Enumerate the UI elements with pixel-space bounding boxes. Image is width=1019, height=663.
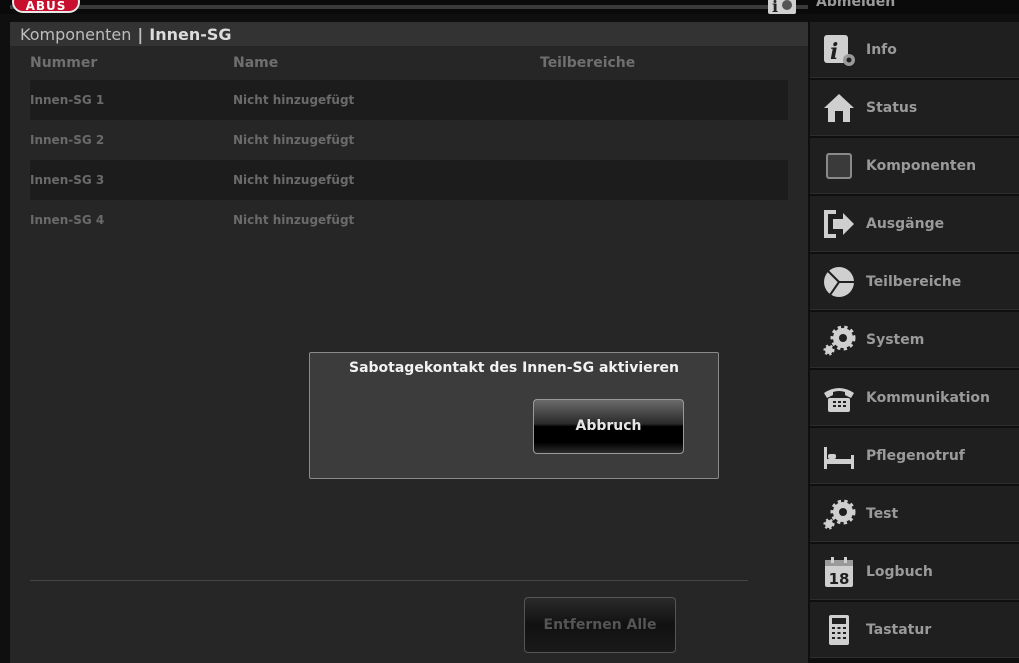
gears-icon — [823, 499, 856, 530]
sidebar-item-label: Teilbereiche — [866, 274, 962, 290]
house-icon — [824, 94, 854, 122]
row-number: Innen-SG 4 — [30, 213, 105, 227]
breadcrumb-separator: | — [137, 25, 144, 44]
svg-text:i: i — [830, 39, 838, 65]
row-name: Nicht hinzugefügt — [233, 173, 355, 187]
sidebar-item-ausgaenge[interactable]: Ausgänge — [810, 196, 1019, 252]
pie-icon — [824, 267, 854, 297]
sidebar-item-tastatur[interactable]: Tastatur — [810, 602, 1019, 658]
main-panel: Komponenten | Innen-SG Nummer Name Teilber… — [10, 22, 808, 663]
help-icon[interactable]: i — [768, 0, 796, 14]
row-name: Nicht hinzugefügt — [233, 93, 355, 107]
row-number: Innen-SG 3 — [30, 173, 105, 187]
sidebar-item-pflegenotruf[interactable]: Pflegenotruf — [810, 428, 1019, 484]
logout-link[interactable]: Abmelden — [816, 0, 895, 10]
breadcrumb: Komponenten | Innen-SG — [10, 22, 808, 46]
sidebar-nav: i Info Status Komponenten Ausgänge Teilb… — [810, 22, 1019, 660]
sidebar-item-system[interactable]: System — [810, 312, 1019, 368]
sidebar-item-label: Test — [866, 506, 899, 522]
table-row[interactable]: Innen-SG 2 Nicht hinzugefügt — [30, 120, 788, 160]
sidebar-item-label: Ausgänge — [866, 216, 945, 232]
sidebar-item-label: System — [866, 332, 925, 348]
square-icon — [826, 153, 852, 179]
telephone-icon — [824, 388, 854, 412]
row-name: Nicht hinzugefügt — [233, 133, 355, 147]
breadcrumb-current: Innen-SG — [149, 25, 232, 44]
sidebar-item-test[interactable]: Test — [810, 486, 1019, 542]
gears-icon — [823, 325, 856, 356]
remove-all-button[interactable]: Entfernen Alle — [524, 597, 676, 653]
row-name: Nicht hinzugefügt — [233, 213, 355, 227]
keypad-icon — [829, 615, 849, 645]
row-number: Innen-SG 2 — [30, 133, 105, 147]
sidebar-item-kommunikation[interactable]: Kommunikation — [810, 370, 1019, 426]
components-table: Nummer Name Teilbereiche Innen-SG 1 Nich… — [30, 46, 788, 240]
calendar-day: 18 — [829, 570, 850, 588]
info-icon: i — [824, 35, 855, 66]
table-header: Nummer Name Teilbereiche — [30, 46, 788, 80]
exit-arrow-icon — [824, 210, 854, 238]
tamper-dialog: Sabotagekontakt des Innen-SG aktivieren … — [309, 352, 719, 479]
sidebar-item-label: Logbuch — [866, 564, 933, 580]
sidebar-item-logbuch[interactable]: 18 Logbuch — [810, 544, 1019, 600]
sidebar-item-status[interactable]: Status — [810, 80, 1019, 136]
calendar-icon: 18 — [825, 557, 853, 588]
breadcrumb-parent[interactable]: Komponenten — [20, 25, 131, 44]
footer-divider — [30, 580, 748, 581]
cancel-button[interactable]: Abbruch — [533, 399, 684, 454]
sidebar-item-teilbereiche[interactable]: Teilbereiche — [810, 254, 1019, 310]
column-header-areas: Teilbereiche — [540, 55, 636, 71]
top-bar-strip — [10, 5, 808, 9]
sidebar-item-label: Info — [866, 42, 897, 58]
column-header-number: Nummer — [30, 55, 98, 71]
bed-icon — [824, 447, 854, 469]
sidebar-item-label: Status — [866, 100, 918, 116]
svg-text:i: i — [772, 0, 778, 14]
top-bar: ABUS i Abmelden — [0, 0, 1019, 14]
sidebar-item-label: Komponenten — [866, 158, 977, 174]
table-row[interactable]: Innen-SG 1 Nicht hinzugefügt — [30, 80, 788, 120]
sidebar-item-info[interactable]: i Info — [810, 22, 1019, 78]
abus-logo: ABUS — [12, 0, 80, 13]
dialog-title: Sabotagekontakt des Innen-SG aktivieren — [349, 360, 679, 376]
sidebar-item-label: Tastatur — [866, 622, 932, 638]
row-number: Innen-SG 1 — [30, 93, 105, 107]
sidebar-item-komponenten[interactable]: Komponenten — [810, 138, 1019, 194]
sidebar-item-label: Pflegenotruf — [866, 448, 965, 464]
table-row[interactable]: Innen-SG 3 Nicht hinzugefügt — [30, 160, 788, 200]
table-row[interactable]: Innen-SG 4 Nicht hinzugefügt — [30, 200, 788, 240]
sidebar-item-label: Kommunikation — [866, 390, 990, 406]
column-header-name: Name — [233, 55, 279, 71]
